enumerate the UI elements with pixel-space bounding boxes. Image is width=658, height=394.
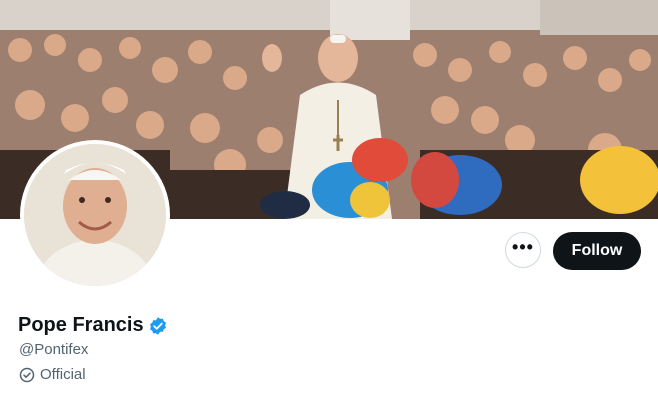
more-options-button[interactable]: ••• [505, 232, 541, 268]
avatar-photo [24, 144, 166, 286]
profile-name-row: Pope Francis [18, 314, 168, 337]
profile-avatar[interactable] [20, 140, 170, 290]
official-label: Official [40, 366, 86, 383]
profile-display-name: Pope Francis [18, 314, 144, 336]
profile-handle: @Pontifex [19, 341, 89, 358]
official-check-circle-icon [19, 367, 35, 382]
verified-badge-icon[interactable] [148, 316, 168, 336]
follow-button[interactable]: Follow [553, 232, 641, 270]
official-label-row: Official [19, 366, 86, 383]
more-options-icon: ••• [512, 237, 534, 257]
